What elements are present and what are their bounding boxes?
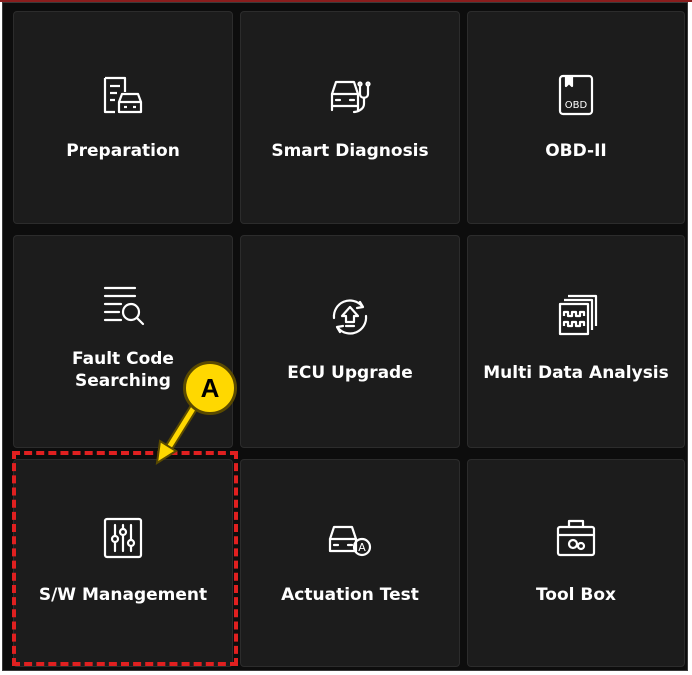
- list-search-icon: [103, 286, 145, 326]
- car-stethoscope-icon: [330, 80, 371, 114]
- waveform-stack-icon: [558, 294, 598, 336]
- sliders-icon: [103, 517, 143, 559]
- tile-label: Multi Data Analysis: [483, 363, 669, 383]
- callout-badge: A: [183, 361, 237, 415]
- document-car-icon: [103, 76, 143, 114]
- svg-text:OBD: OBD: [565, 100, 588, 111]
- menu-grid: Preparation Smart Diagnosis OBD OBD-II F…: [2, 2, 688, 671]
- tile-tool-box[interactable]: Tool Box: [467, 459, 685, 667]
- tile-label: ECU Upgrade: [287, 363, 413, 383]
- tile-multi-data-analysis[interactable]: Multi Data Analysis: [467, 235, 685, 448]
- tile-sw-management[interactable]: S/W Management: [13, 459, 233, 667]
- tile-label: Preparation: [66, 141, 180, 161]
- tile-preparation[interactable]: Preparation: [13, 11, 233, 224]
- toolbox-icon: [556, 519, 596, 557]
- obd-book-icon: OBD: [558, 74, 594, 116]
- tile-obd-ii[interactable]: OBD OBD-II: [467, 11, 685, 224]
- tile-label: Actuation Test: [281, 585, 419, 605]
- tile-smart-diagnosis[interactable]: Smart Diagnosis: [240, 11, 460, 224]
- tile-label: Smart Diagnosis: [271, 141, 429, 161]
- upgrade-cycle-icon: [332, 299, 368, 335]
- tile-label: OBD-II: [545, 141, 607, 161]
- tile-actuation-test[interactable]: A Actuation Test: [240, 459, 460, 667]
- svg-text:A: A: [358, 541, 366, 554]
- tile-label: S/W Management: [38, 585, 208, 605]
- tile-label: Tool Box: [535, 585, 617, 605]
- car-actuation-icon: A: [328, 525, 372, 557]
- tile-ecu-upgrade[interactable]: ECU Upgrade: [240, 235, 460, 448]
- tile-fault-code-searching[interactable]: Fault Code Searching: [13, 235, 233, 448]
